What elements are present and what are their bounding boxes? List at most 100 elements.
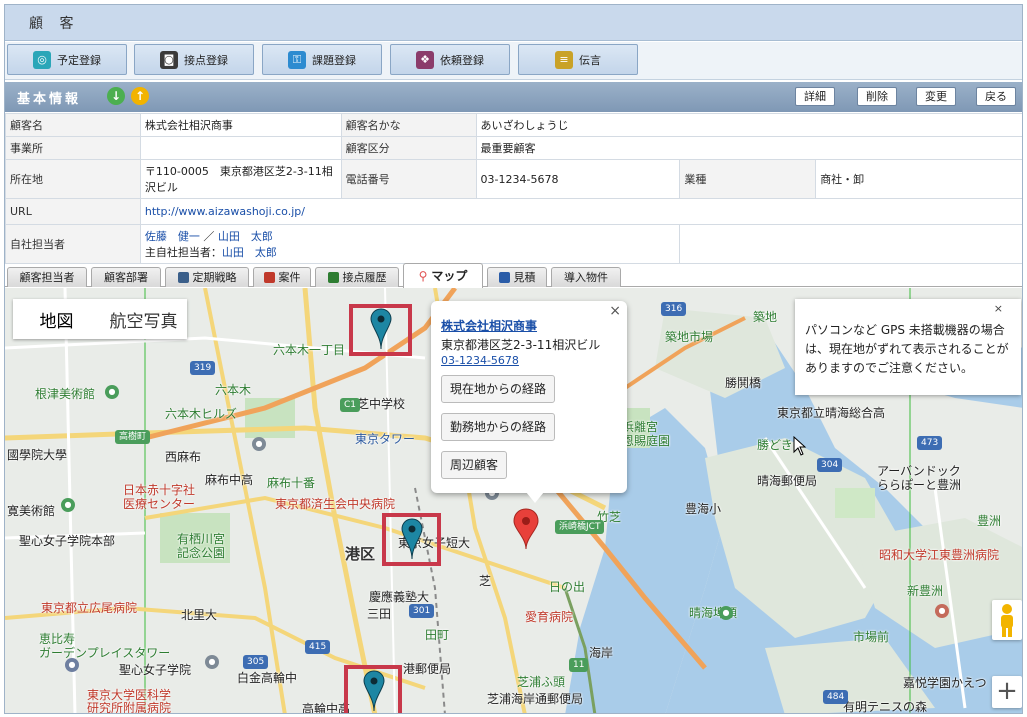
tab-customer-contacts[interactable]: 顧客担当者 (7, 267, 87, 287)
industry-value: 商社・卸 (815, 159, 1022, 199)
rep-link-yamada[interactable]: 山田 太郎 (218, 230, 273, 243)
tab-installations[interactable]: 導入物件 (551, 267, 621, 287)
arrow-down-icon[interactable]: ↓ (107, 87, 125, 105)
tab-deals[interactable]: 案件 (253, 267, 311, 287)
zoom-in-button[interactable]: + (992, 676, 1022, 708)
url-link[interactable]: http://www.aizawashoji.co.jp/ (145, 205, 305, 218)
map-label-harumi-yubin: 晴海郵便局 (757, 474, 818, 488)
map-view[interactable]: 港区 六本木一丁目 六本木 六本木ヒルズ 根津美術館 麻布十番 麻布中高 西麻布… (5, 288, 1022, 714)
tab-customer-depts[interactable]: 顧客部署 (91, 267, 161, 287)
basic-info-header: 基本情報 ↓ ↑ 詳細 削除 変更 戻る (5, 82, 1022, 112)
customer-pin-icon[interactable] (370, 308, 392, 350)
detail-button[interactable]: 詳細 (795, 87, 835, 106)
route-319-badge: 319 (190, 361, 216, 375)
map-type-map-button[interactable]: 地図 (13, 299, 100, 339)
map-label-toyomi: 豊海小 (685, 502, 722, 516)
tab-estimates[interactable]: 見積 (487, 267, 547, 287)
map-label-ariake: 有明テニスの森 (843, 700, 928, 714)
request-register-button[interactable]: ❖ 依頼登録 (390, 44, 510, 75)
memo-icon: ≡ (555, 50, 573, 69)
map-label-hiroo-hosp: 東京都立広尾病院 (41, 601, 138, 615)
tab-label: マップ (431, 269, 468, 283)
map-label-urban-dock2: ららぽーと豊洲 (877, 478, 962, 492)
popup-customer-name[interactable]: 株式会社相沢商事 (441, 317, 537, 334)
delete-button[interactable]: 削除 (857, 87, 897, 106)
history-icon (327, 272, 339, 283)
map-label-ebisu2: ガーデンプレイスタワー (39, 646, 171, 660)
toolbar: ◎ 予定登録 ◙ 接点登録 ⚿ 課題登録 ❖ 依頼登録 ≡ 伝言 (5, 42, 1022, 80)
rep-value: 佐藤 健一 ／ 山田 太郎 主自社担当者：山田 太郎 (139, 224, 681, 264)
rep-label: 自社担当者 (5, 224, 141, 264)
route-301-badge: 301 (409, 604, 435, 618)
contact-register-label: 接点登録 (184, 53, 228, 67)
customer-pin-icon[interactable] (401, 518, 423, 560)
map-label-kaetsu: 嘉悦学園かえつ (903, 676, 987, 690)
map-type-control: 地図 航空写真 (13, 299, 187, 339)
map-pin-icon: ⚲ (418, 269, 428, 283)
map-label-shirokane: 白金高輪中 (237, 671, 298, 685)
message-label: 伝言 (579, 53, 601, 67)
map-label-shibaura-yubin: 芝浦海岸通郵便局 (487, 692, 584, 706)
gps-notice: × パソコンなど GPS 未搭載機器の場合は、現在地がずれて表示されることがあり… (795, 299, 1021, 395)
rep-empty-cell (679, 224, 1022, 264)
route-415-badge: 415 (305, 640, 331, 654)
map-label-shibaura-futo: 芝浦ふ頭 (517, 675, 566, 689)
map-label-aiiku: 愛育病院 (525, 610, 574, 624)
target-marker-icon[interactable] (513, 508, 539, 550)
main-rep-link[interactable]: 山田 太郎 (222, 246, 277, 259)
tab-label: 定期戦略 (192, 270, 237, 284)
message-button[interactable]: ≡ 伝言 (518, 44, 638, 75)
tab-label: 案件 (278, 270, 301, 284)
route-from-current-button[interactable]: 現在地からの経路 (441, 375, 556, 403)
back-button[interactable]: 戻る (976, 87, 1016, 106)
tab-label: 導入物件 (564, 270, 608, 284)
customer-info-popup: × 株式会社相沢商事 東京都港区芝2-3-11相沢ビル 03-1234-5678… (431, 301, 627, 503)
schedule-register-button[interactable]: ◎ 予定登録 (7, 44, 127, 75)
route-c1-badge: C1 (340, 398, 361, 412)
map-label-kitasato: 北里大 (181, 608, 218, 622)
tab-map[interactable]: ⚲ マップ (403, 263, 483, 288)
rep-separator: ／ (203, 230, 215, 243)
map-label-tsukiji: 築地 (753, 310, 778, 324)
map-label-minato: 港区 (345, 545, 376, 563)
map-label-takanawa: 高輪中高 (302, 702, 351, 714)
gift-icon: ❖ (416, 50, 434, 69)
poi-icon: ● (719, 606, 733, 620)
poi-icon: ● (935, 604, 949, 618)
strategy-icon (177, 272, 189, 283)
contact-register-button[interactable]: ◙ 接点登録 (134, 44, 254, 75)
map-label-arisugawa2: 記念公園 (177, 546, 226, 560)
customer-pin-icon[interactable] (363, 670, 385, 712)
poi-icon: ● (205, 655, 219, 669)
map-label-azabu-juban: 麻布十番 (267, 476, 316, 490)
map-label-kaigan: 海岸 (589, 646, 614, 660)
notice-close-icon[interactable]: × (994, 302, 1003, 315)
kana-label: 顧客名かな (340, 113, 477, 137)
notice-text: パソコンなど GPS 未搭載機器の場合は、現在地がずれて表示されることがあります… (805, 323, 1009, 375)
route-11-badge: 11 (569, 658, 589, 672)
tab-label: 顧客担当者 (19, 270, 75, 284)
street-view-pegman[interactable] (992, 600, 1022, 640)
route-305-badge: 305 (243, 655, 269, 669)
nearby-customers-button[interactable]: 周辺顧客 (441, 451, 508, 479)
poi-icon: ● (252, 437, 266, 451)
map-type-satellite-button[interactable]: 航空写真 (100, 299, 187, 339)
map-label-nishi-azabu: 西麻布 (165, 450, 202, 464)
map-label-shiba-hs: 芝中学校 (357, 397, 406, 411)
arrow-up-icon[interactable]: ↑ (131, 87, 149, 105)
map-label-roppongi: 六本木 (215, 383, 252, 397)
map-label-shijo-mae: 市場前 (853, 630, 890, 644)
route-from-office-button[interactable]: 勤務地からの経路 (441, 413, 556, 441)
map-label-roppongi1: 六本木一丁目 (273, 343, 346, 357)
popup-phone-link[interactable]: 03-1234-5678 (441, 354, 519, 367)
map-label-shin-toyosu: 新豊洲 (907, 584, 944, 598)
rep-link-sato[interactable]: 佐藤 健一 (145, 230, 200, 243)
edit-button[interactable]: 変更 (916, 87, 956, 106)
issue-register-button[interactable]: ⚿ 課題登録 (262, 44, 382, 75)
title-bar: 顧 客 (5, 5, 1022, 41)
tab-contact-history[interactable]: 接点履歴 (315, 267, 399, 287)
poi-icon: ● (105, 385, 119, 399)
map-label-nezu: 根津美術館 (35, 387, 96, 401)
tab-strategy[interactable]: 定期戦略 (165, 267, 249, 287)
popup-close-icon[interactable]: × (609, 303, 621, 319)
